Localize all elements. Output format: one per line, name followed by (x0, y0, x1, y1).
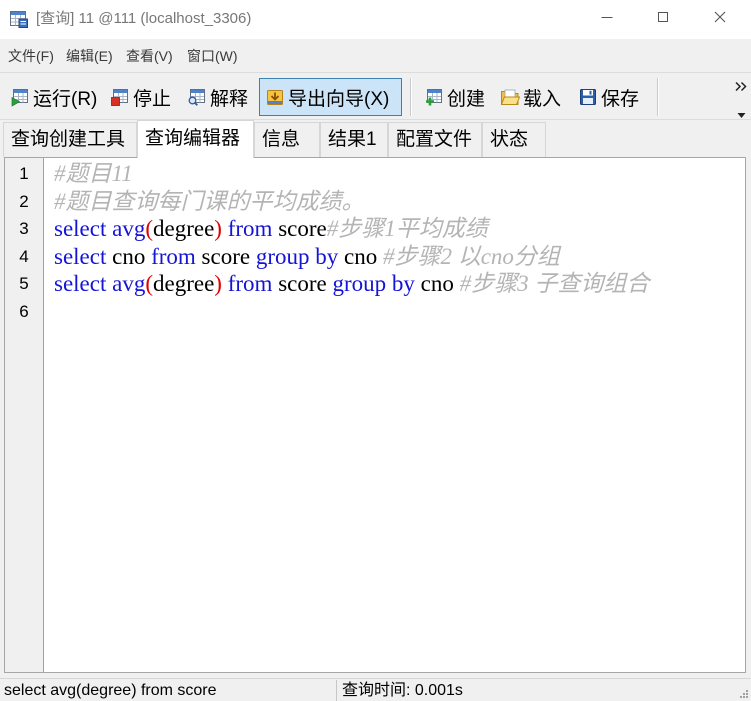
save-label: 保存 (601, 88, 640, 110)
sql-identifier: degree (153, 271, 215, 297)
save-icon (578, 87, 598, 107)
load-label: 载入 (523, 88, 562, 110)
maximize-icon (657, 10, 669, 28)
stop-button[interactable]: 停止 (105, 78, 172, 116)
minimize-button[interactable] (584, 0, 630, 38)
sql-paren: ) (214, 216, 222, 242)
code-line[interactable]: #题目11 (54, 160, 745, 188)
tab-query-builder[interactable]: 查询创建工具 (3, 122, 137, 157)
sql-keyword: select (54, 243, 113, 269)
toolbar: 运行(R) 停止 解释 导出向导(X) 创建 载入 保存 (0, 72, 751, 120)
explain-button[interactable]: 解释 (182, 78, 249, 116)
overflow-chevron-icon[interactable] (734, 80, 748, 92)
tab-strip: 查询创建工具 查询编辑器 信息 结果1 配置文件 状态 (0, 120, 751, 158)
sql-identifier: degree (153, 216, 215, 242)
sql-comment: #步骤1平均成绩 (326, 216, 488, 242)
explain-icon (187, 87, 207, 107)
tab-status[interactable]: 状态 (482, 122, 546, 157)
menu-view[interactable]: 查看(V) (126, 45, 173, 67)
export-wizard-button[interactable]: 导出向导(X) (259, 78, 402, 116)
window-title: [查询] 11 @111 (localhost_3306) (36, 10, 252, 27)
query-window-icon[interactable] (9, 9, 29, 29)
status-bar: select avg(degree) from score 查询时间: 0.00… (0, 678, 751, 701)
tab-info[interactable]: 信息 (254, 122, 320, 157)
run-label: 运行(R) (33, 88, 98, 110)
sql-comment: #步骤3 子查询组合 (459, 271, 650, 297)
sql-keyword: from (221, 271, 279, 297)
stop-icon (110, 87, 130, 107)
title-bar: [查询] 11 @111 (localhost_3306) (0, 0, 751, 39)
run-icon (10, 87, 30, 107)
code-line[interactable]: select avg(degree) from score#步骤1平均成绩 (54, 215, 745, 243)
line-number: 1 (19, 164, 29, 183)
status-current-sql: select avg(degree) from score (4, 682, 217, 699)
run-button[interactable]: 运行(R) (5, 78, 98, 116)
save-button[interactable]: 保存 (573, 78, 640, 116)
query-window: [查询] 11 @111 (localhost_3306) 文件(F) 编辑(E… (0, 0, 751, 701)
sql-paren: ( (145, 216, 153, 242)
tab-query-editor[interactable]: 查询编辑器 (137, 120, 254, 158)
resize-grip-icon[interactable] (737, 688, 749, 700)
sql-comment: #题目11 (54, 161, 133, 186)
sql-keyword: group by (255, 243, 344, 269)
code-line[interactable]: select cno from score group by cno #步骤2 … (54, 243, 745, 271)
create-label: 创建 (447, 88, 486, 110)
menu-edit[interactable]: 编辑(E) (66, 45, 113, 67)
sql-identifier: cno (344, 243, 383, 269)
close-icon (714, 10, 726, 28)
maximize-button[interactable] (640, 0, 686, 38)
sql-editor-panel: 1 2 3 4 5 6 #题目11 #题目查询每门课的平均成绩。 select … (4, 157, 746, 673)
create-button[interactable]: 创建 (419, 78, 486, 116)
toolbar-dropdown-icon[interactable] (737, 106, 746, 118)
tab-result-1[interactable]: 结果1 (320, 122, 388, 157)
sql-comment: #步骤2 以cno分组 (382, 243, 560, 269)
menu-window[interactable]: 窗口(W) (187, 45, 238, 67)
sql-identifier: score (278, 271, 333, 297)
line-number: 2 (19, 191, 29, 211)
sql-keyword: select avg (54, 216, 146, 242)
status-query-time: 查询时间: 0.001s (342, 682, 463, 699)
tab-profile[interactable]: 配置文件 (388, 122, 482, 157)
sql-keyword: from (151, 243, 202, 269)
create-icon (424, 87, 444, 107)
load-icon (500, 87, 521, 107)
menu-bar: 文件(F) 编辑(E) 查看(V) 窗口(W) (0, 39, 751, 72)
menu-file[interactable]: 文件(F) (8, 45, 54, 67)
code-line[interactable] (54, 298, 745, 326)
sql-paren: ) (214, 271, 222, 297)
line-number-gutter: 1 2 3 4 5 6 (5, 158, 44, 672)
toolbar-separator (657, 78, 658, 116)
code-line[interactable]: select avg(degree) from score group by c… (54, 270, 745, 298)
sql-identifier: score (278, 216, 327, 242)
sql-identifier: cno (420, 271, 460, 297)
line-number: 4 (19, 246, 29, 266)
sql-paren: ( (145, 271, 153, 297)
stop-label: 停止 (133, 88, 172, 110)
toolbar-separator (410, 78, 411, 116)
sql-editor[interactable]: #题目11 #题目查询每门课的平均成绩。 select avg(degree) … (54, 160, 745, 672)
status-separator (336, 680, 337, 701)
load-button[interactable]: 载入 (495, 78, 562, 116)
sql-comment: #题目查询每门课的平均成绩。 (54, 188, 365, 214)
sql-identifier: cno (112, 243, 152, 269)
minimize-icon (601, 10, 613, 28)
code-line[interactable]: #题目查询每门课的平均成绩。 (54, 188, 745, 216)
sql-keyword: group by (332, 271, 421, 297)
sql-keyword: select avg (54, 271, 146, 297)
export-wizard-icon (265, 87, 285, 107)
explain-label: 解释 (210, 88, 249, 110)
line-number: 6 (19, 301, 29, 321)
export-wizard-label: 导出向导(X) (288, 88, 390, 110)
line-number: 3 (19, 219, 29, 239)
line-number: 5 (19, 274, 29, 294)
sql-identifier: score (201, 243, 256, 269)
close-button[interactable] (697, 0, 743, 38)
sql-keyword: from (221, 216, 279, 242)
